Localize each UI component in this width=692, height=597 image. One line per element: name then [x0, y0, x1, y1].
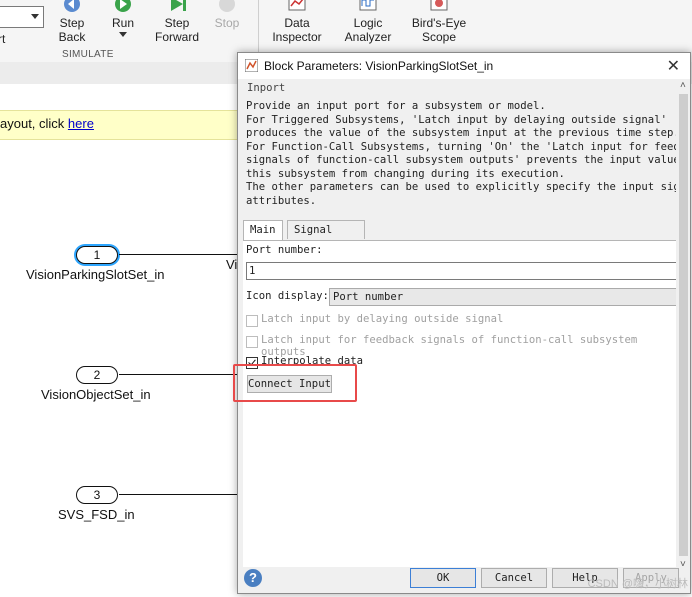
inport-label-3[interactable]: SVS_FSD_in: [58, 507, 135, 522]
stop-button[interactable]: Stop: [210, 0, 244, 30]
subsystem-partial-label: Vi: [226, 257, 238, 272]
dialog-content: Inport Provide an input port for a subsy…: [240, 80, 676, 570]
port-number: 1: [93, 248, 101, 262]
latch-outside-checkbox[interactable]: [246, 315, 258, 327]
stop-time-combo[interactable]: [0, 6, 44, 28]
latch-outside-label: Latch input by delaying outside signal: [261, 313, 504, 325]
simulink-logo-icon: [245, 59, 258, 72]
logic-analyzer-icon: [359, 0, 377, 11]
toolstrip-partial-text: rt: [0, 32, 6, 46]
port-number-field[interactable]: 1: [246, 262, 676, 280]
stop-icon: [219, 0, 235, 12]
signal-line[interactable]: [119, 254, 239, 255]
step-back-label: Step Back: [58, 16, 86, 44]
watermark: CSDN @嗨，小树林: [587, 578, 688, 590]
birds-eye-scope-icon: [430, 0, 448, 11]
step-back-button[interactable]: Step Back: [52, 0, 92, 44]
close-icon[interactable]: ✕: [667, 56, 680, 76]
ok-button[interactable]: OK: [410, 568, 476, 588]
scroll-up-icon[interactable]: ˄: [680, 80, 686, 91]
port-number: 2: [93, 368, 101, 382]
scrollbar-thumb[interactable]: [679, 94, 688, 556]
signal-line[interactable]: [119, 494, 239, 495]
tab-main[interactable]: Main: [243, 220, 283, 241]
logic-analyzer-button[interactable]: Logic Analyzer: [342, 0, 394, 44]
run-button[interactable]: Run: [103, 0, 143, 37]
port-number: 3: [93, 488, 101, 502]
group-title: Inport: [247, 82, 286, 94]
help-icon[interactable]: ?: [244, 569, 262, 587]
data-inspector-button[interactable]: Data Inspector: [270, 0, 324, 44]
latch-feedback-checkbox[interactable]: [246, 336, 258, 348]
inport-label-2[interactable]: VisionObjectSet_in: [41, 387, 151, 402]
simulate-section-label: SIMULATE: [62, 49, 114, 60]
stop-label: Stop: [214, 16, 240, 30]
step-back-icon: [64, 0, 80, 12]
notice-link[interactable]: here: [68, 116, 94, 131]
dialog-title: Block Parameters: VisionParkingSlotSet_i…: [264, 59, 494, 73]
main-tab-panel: Port number: 1 Icon display: Port number…: [243, 240, 676, 567]
vertical-scrollbar[interactable]: ˄ ˅: [678, 80, 689, 570]
icon-display-select[interactable]: Port number: [329, 288, 676, 306]
icon-display-label: Icon display:: [246, 290, 329, 302]
toolstrip-divider: [258, 0, 259, 60]
dialog-titlebar[interactable]: Block Parameters: VisionParkingSlotSet_i…: [238, 53, 690, 79]
birds-eye-scope-button[interactable]: Bird's-Eye Scope: [410, 0, 468, 44]
block-description: Provide an input port for a subsystem or…: [246, 100, 676, 207]
signal-line[interactable]: [119, 374, 239, 375]
step-forward-button[interactable]: Step Forward: [153, 0, 201, 44]
inport-block-1[interactable]: 1: [76, 246, 118, 264]
annotation-highlight-box: [233, 364, 357, 402]
birds-eye-scope-label: Bird's-Eye Scope: [411, 16, 467, 44]
logic-analyzer-label: Logic Analyzer: [344, 16, 392, 44]
inport-label-1[interactable]: VisionParkingSlotSet_in: [26, 267, 165, 282]
chevron-down-icon: [31, 14, 39, 19]
inport-block-2[interactable]: 2: [76, 366, 118, 384]
tab-signal-attributes[interactable]: Signal Attributes: [287, 220, 365, 254]
run-label: Run: [111, 16, 134, 30]
port-number-label: Port number:: [246, 244, 323, 256]
cancel-button[interactable]: Cancel: [481, 568, 547, 588]
step-forward-label: Step Forward: [154, 16, 199, 44]
data-inspector-label: Data Inspector: [272, 16, 322, 44]
step-forward-icon: [171, 0, 186, 11]
icon-display-value: Port number: [333, 291, 404, 303]
inport-block-3[interactable]: 3: [76, 486, 118, 504]
run-icon: [115, 0, 131, 12]
block-parameters-dialog: Block Parameters: VisionParkingSlotSet_i…: [237, 52, 691, 594]
chevron-down-icon[interactable]: [119, 32, 127, 37]
notice-text: ayout, click: [0, 116, 68, 131]
data-inspector-icon: [288, 0, 306, 11]
